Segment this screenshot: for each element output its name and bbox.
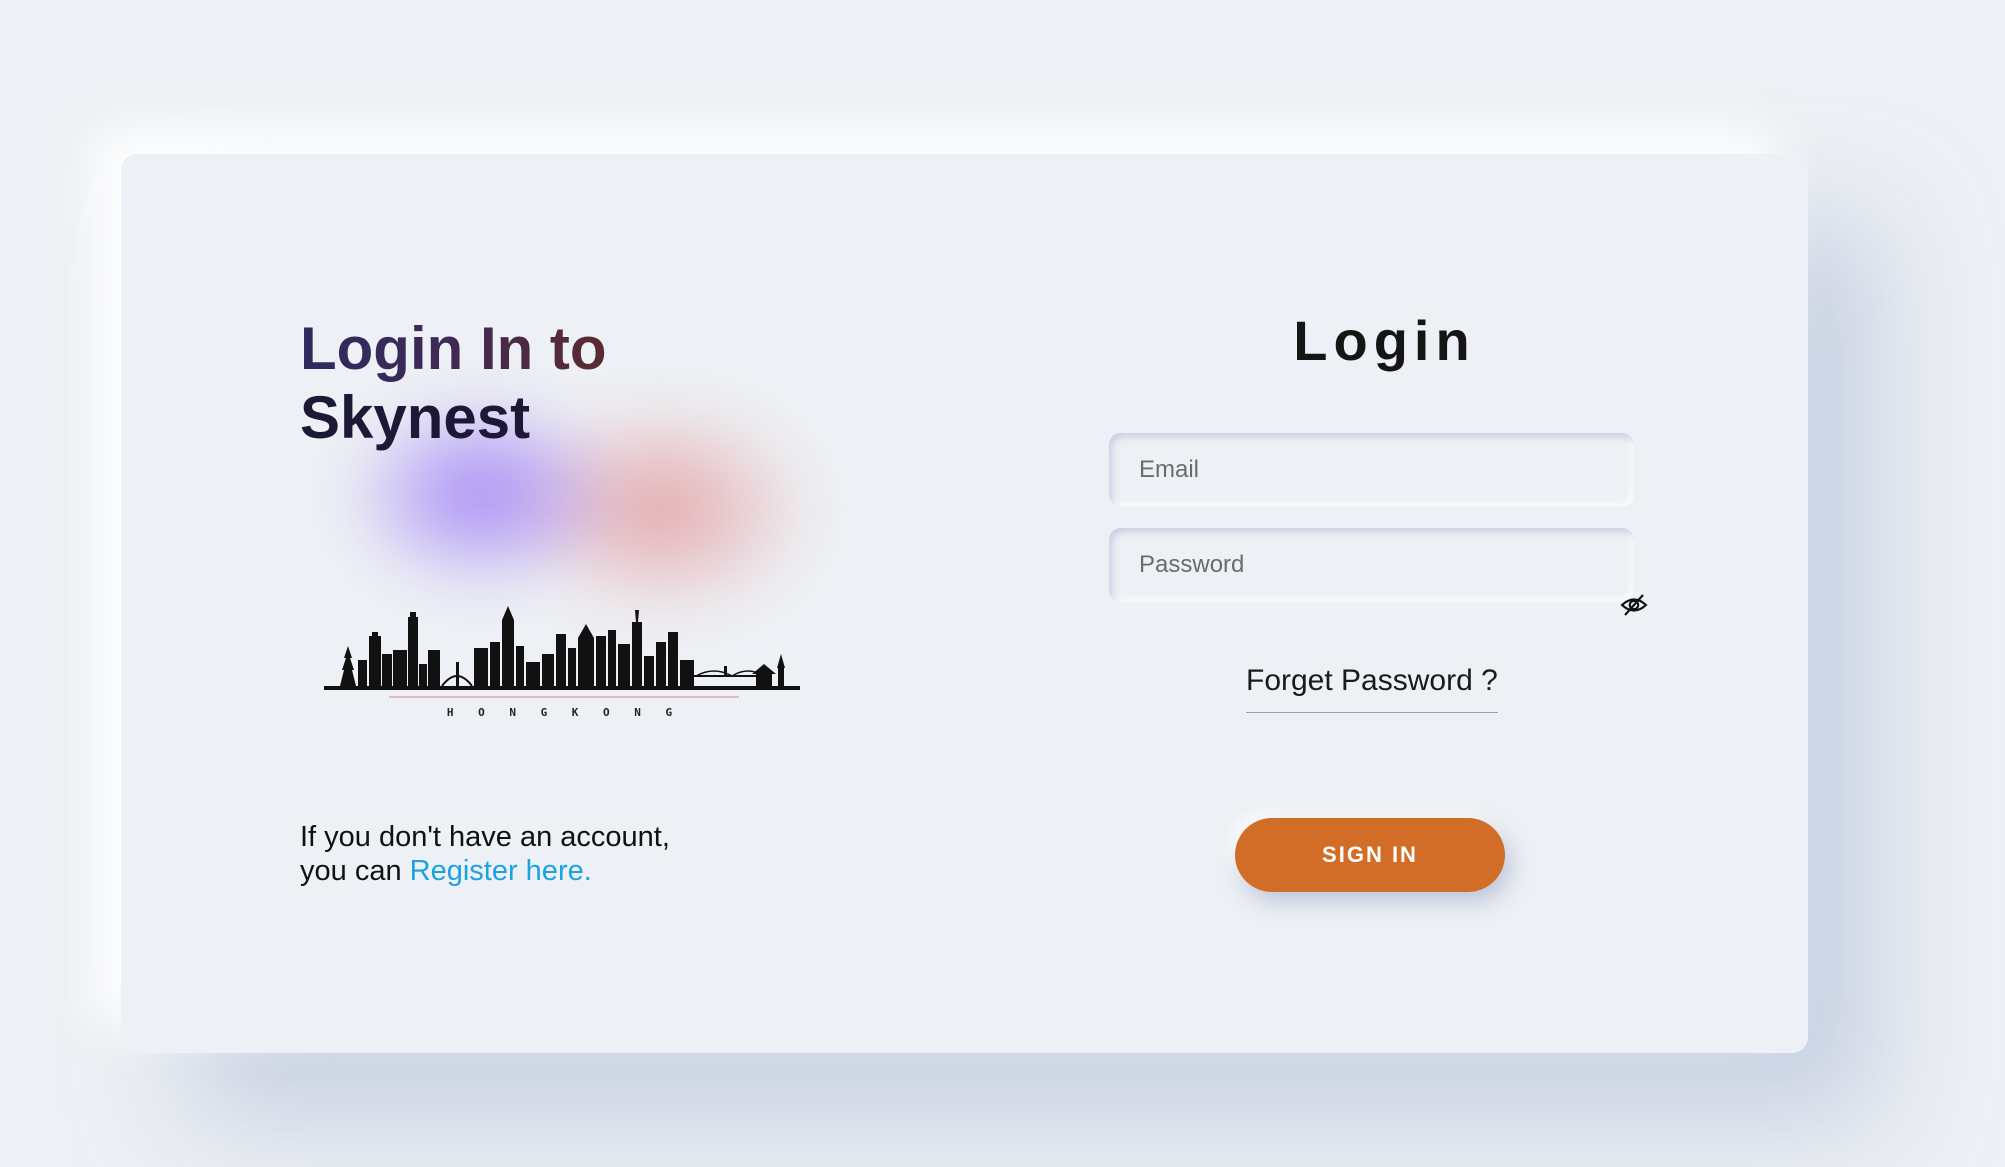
register-text-line1: If you don't have an account,: [300, 821, 670, 853]
headline-line1: Login In to: [300, 315, 607, 382]
register-prompt: If you don't have an account, you can Re…: [300, 820, 670, 888]
password-field-wrapper: [1109, 528, 1634, 602]
hong-kong-skyline-logo: H O N G K O N G: [324, 606, 800, 719]
login-form: Login Forget Password ? SIGN IN: [961, 154, 1808, 1053]
email-field-wrapper: [1109, 433, 1634, 507]
forgot-password-link[interactable]: Forget Password ?: [1246, 664, 1498, 713]
eye-slash-icon[interactable]: [1620, 592, 1648, 618]
headline-line2: Skynest: [300, 384, 531, 451]
password-input[interactable]: [1109, 528, 1634, 602]
skyline-caption: H O N G K O N G: [447, 706, 681, 719]
register-text-prefix: you can: [300, 855, 410, 887]
login-card: Login In to Skynest H O N G K O N G If y…: [121, 154, 1808, 1053]
register-link[interactable]: Register here.: [410, 855, 592, 887]
welcome-panel: Login In to Skynest H O N G K O N G If y…: [121, 154, 961, 1053]
sign-in-button[interactable]: SIGN IN: [1235, 818, 1505, 892]
email-input[interactable]: [1109, 433, 1634, 507]
login-title: Login: [1293, 309, 1476, 372]
welcome-headline: Login In to Skynest: [300, 314, 607, 452]
